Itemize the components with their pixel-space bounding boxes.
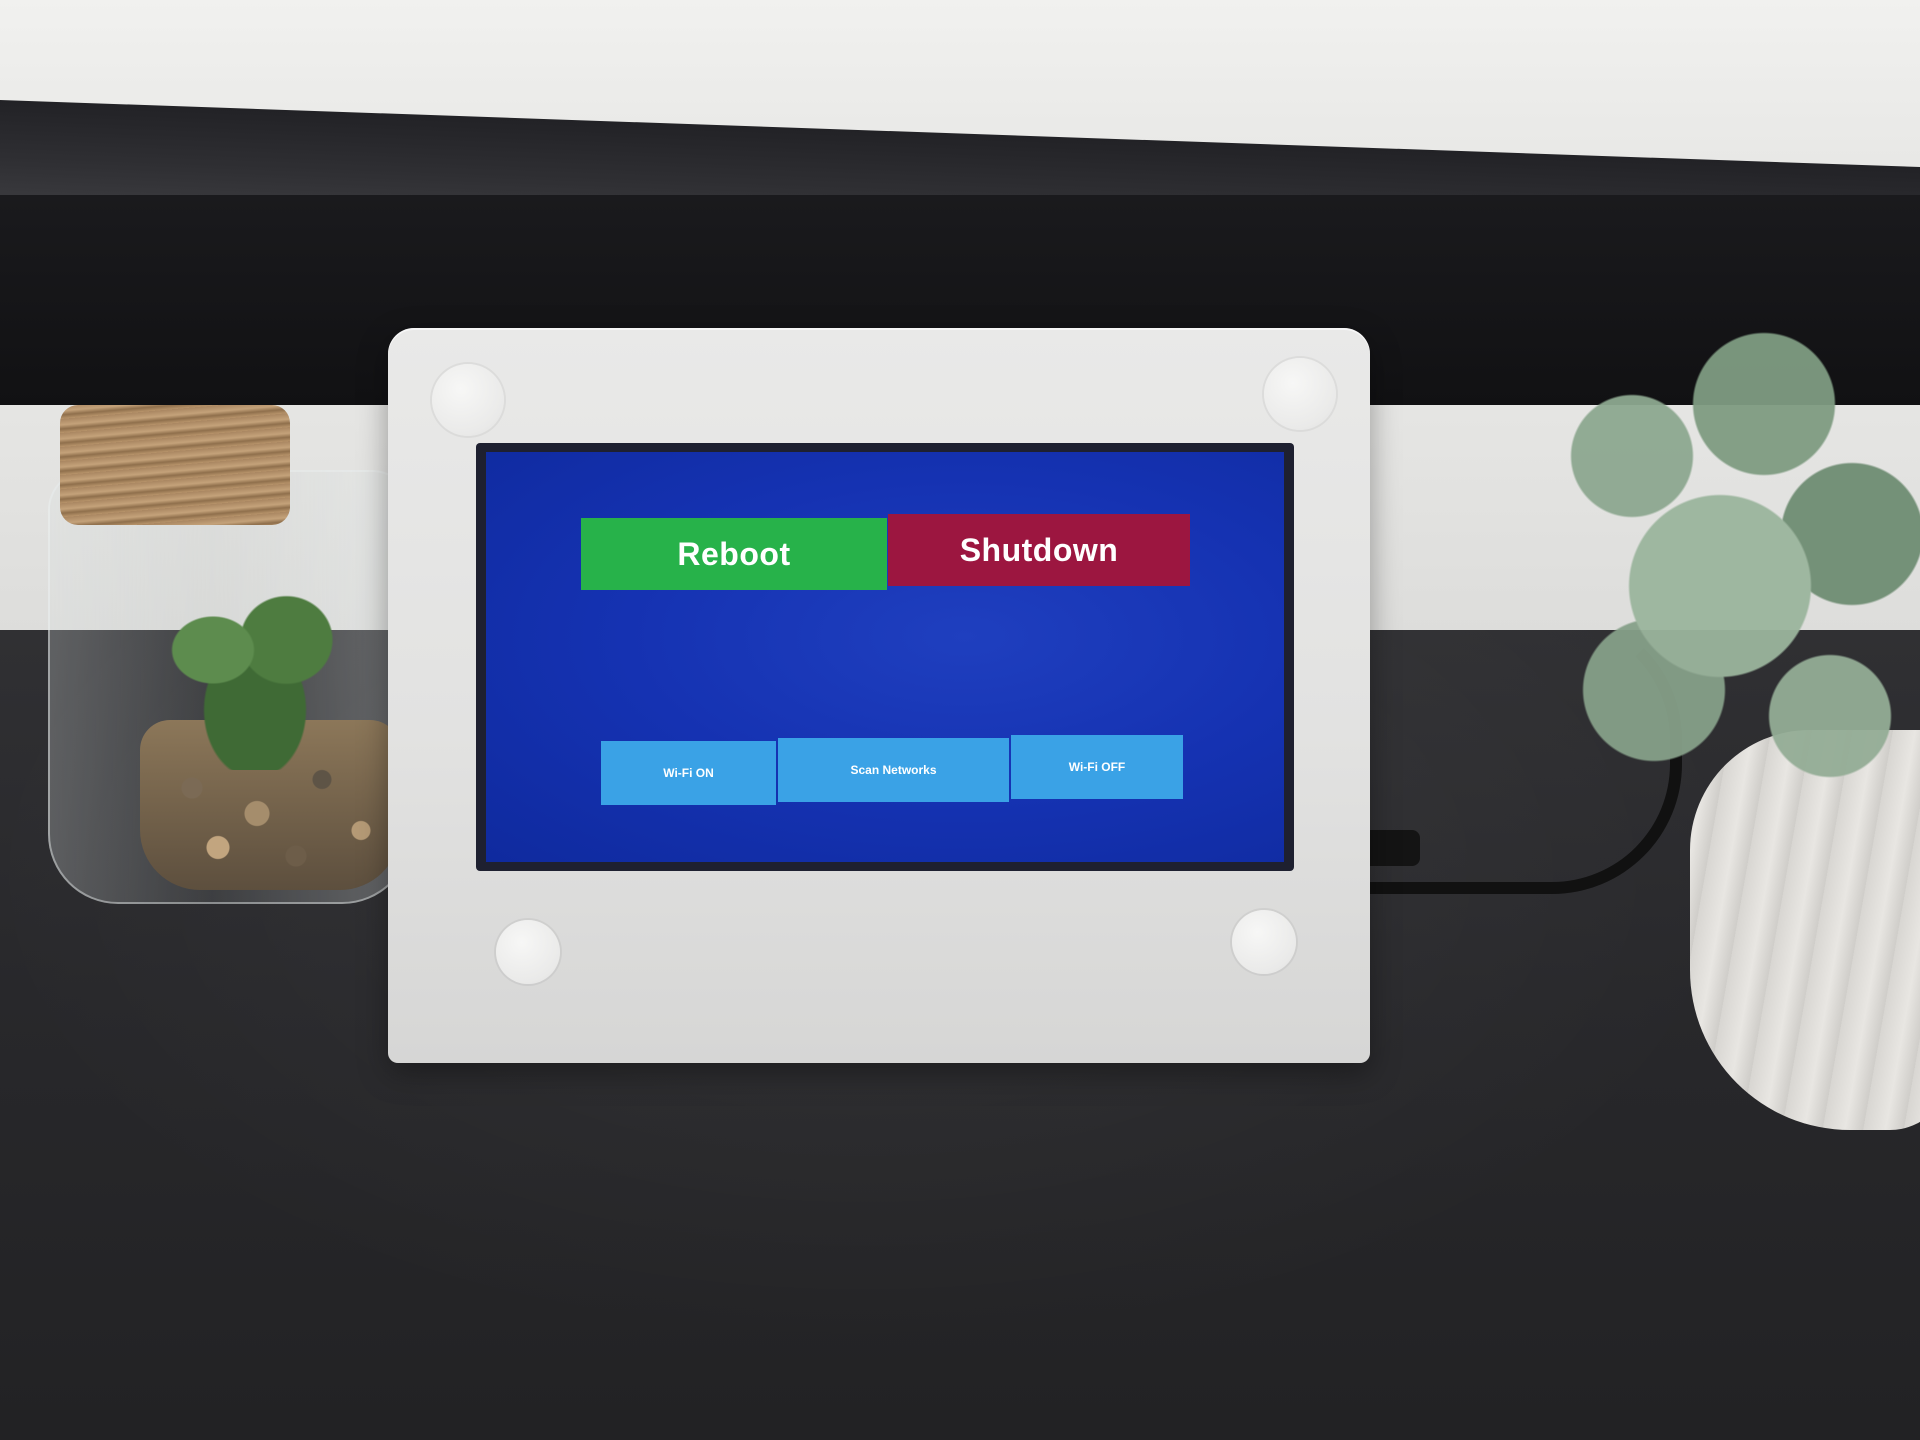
case-foot-top-right	[1264, 358, 1336, 430]
jar-rope	[60, 405, 290, 525]
case-foot-top-left	[432, 364, 504, 436]
wifi-on-button[interactable]: Wi-Fi ON	[601, 741, 776, 805]
case-foot-bottom-right	[1232, 910, 1296, 974]
jar-plant	[150, 570, 360, 770]
reboot-button[interactable]: Reboot	[581, 518, 887, 590]
touch-screen: Reboot Shutdown Wi-Fi ON Scan Networks W…	[486, 452, 1284, 862]
case-foot-bottom-left	[496, 920, 560, 984]
shutdown-button[interactable]: Shutdown	[888, 514, 1190, 586]
scan-networks-button[interactable]: Scan Networks	[778, 738, 1009, 802]
wifi-off-button[interactable]: Wi-Fi OFF	[1011, 735, 1183, 799]
